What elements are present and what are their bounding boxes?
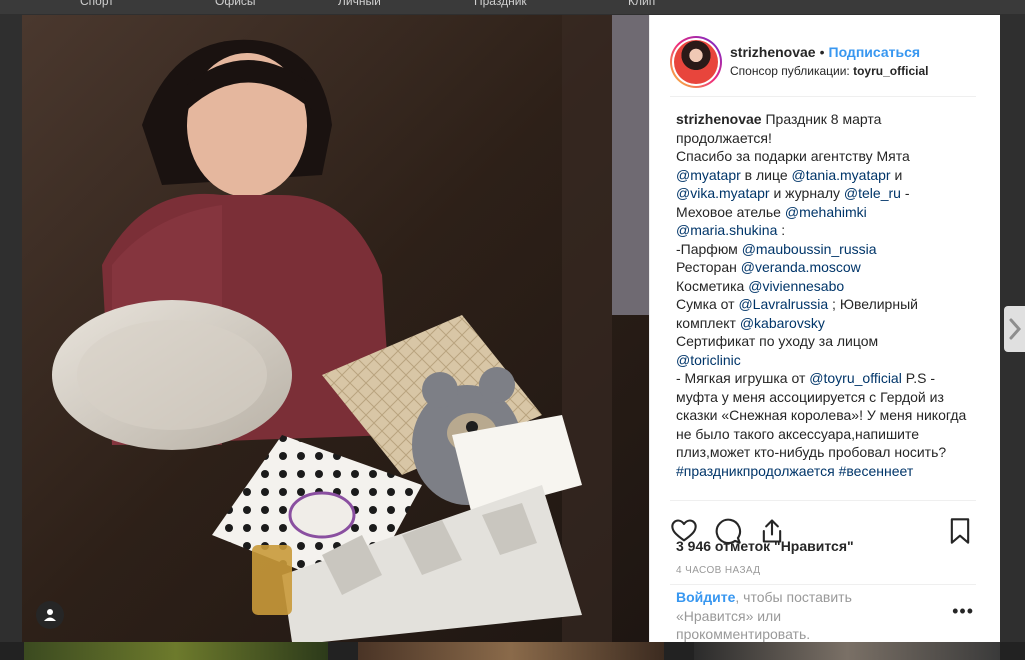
user-tag-button[interactable]	[36, 601, 64, 629]
mention-link[interactable]: @Lavralrussia	[738, 296, 828, 312]
bookmark-icon[interactable]	[946, 517, 974, 545]
sponsor-label: Спонсор публикации:	[730, 64, 850, 78]
caption-fragment: -	[900, 185, 910, 201]
background-thumbnail	[24, 642, 328, 660]
background-nav-item: Клип	[628, 0, 656, 8]
login-prompt: Войдите, чтобы поставить «Нравится» или …	[670, 584, 976, 644]
caption-fragment: Сумка от	[676, 296, 739, 312]
post-photo	[22, 15, 649, 642]
background-nav-item: Личный	[338, 0, 381, 8]
caption-fragment: и	[890, 166, 903, 183]
caption-username[interactable]: strizhenovae	[676, 111, 762, 127]
mention-link[interactable]: @veranda.moscow	[741, 259, 861, 275]
caption-fragment: Меховое ателье	[676, 203, 785, 220]
avatar[interactable]	[670, 35, 722, 88]
mention-link[interactable]: @maria.shukina	[676, 222, 777, 238]
caption-fragment: - Мягкая игрушка от	[676, 370, 810, 386]
background-nav-item: Офисы	[215, 0, 256, 8]
mention-link[interactable]: @mauboussin_russia	[742, 241, 877, 257]
mention-link[interactable]: @vika.myatapr	[676, 185, 770, 201]
caption-fragment: и журналу	[769, 185, 844, 201]
background-thumbnail	[358, 642, 664, 660]
mention-link[interactable]: @toriclinic	[676, 352, 741, 368]
mention-link[interactable]: @toyru_official	[809, 370, 902, 386]
caption-fragment: Спасибо за подарки агентству Мята	[676, 148, 910, 164]
background-thumbnail	[694, 642, 1000, 660]
caption-fragment: Косметика	[676, 277, 749, 294]
post-modal: strizhenovae • Подписаться Спонсор публика…	[22, 15, 1000, 642]
sponsor-link[interactable]: toyru_official	[853, 64, 928, 78]
caption-fragment: -Парфюм	[676, 240, 742, 257]
mention-link[interactable]: @tania.myatapr	[792, 167, 891, 183]
follow-button[interactable]: Подписаться	[829, 44, 921, 60]
post-timestamp[interactable]: 4 ЧАСОВ НАЗАД	[676, 565, 760, 576]
caption-fragment: Сертификат по уходу за лицом	[676, 333, 879, 349]
mention-link[interactable]: @kabarovsky	[740, 315, 825, 331]
more-options-button[interactable]: •••	[952, 601, 974, 622]
separator-dot: •	[819, 44, 825, 60]
hashtag-link[interactable]: #праздникпродолжается	[676, 463, 835, 479]
caption-text: Праздник 8 марта продолжается! Спасибо за…	[676, 111, 966, 479]
next-post-button[interactable]	[1004, 306, 1025, 352]
post-sidebar: strizhenovae • Подписаться Спонсор публика…	[649, 15, 1000, 642]
mention-link[interactable]: @tele_ru	[844, 185, 901, 201]
chevron-right-icon	[1009, 318, 1021, 340]
background-nav-item: Праздник	[474, 0, 527, 8]
hashtag-link[interactable]: #весеннеет	[839, 463, 914, 479]
avatar-image	[674, 39, 718, 84]
caption-fragment: в лице	[740, 166, 792, 183]
likes-count[interactable]: 3 946 отметок "Нравится"	[676, 538, 854, 554]
background-nav-item: Спорт	[80, 0, 114, 8]
post-caption: strizhenovae Праздник 8 марта продолжает…	[676, 110, 976, 502]
background-nav: Спорт Офисы Личный Праздник Клип	[0, 0, 1025, 14]
sponsor-line: Спонсор публикации: toyru_official	[730, 62, 928, 80]
caption-fragment: :	[777, 222, 786, 238]
mention-link[interactable]: @myatapr	[676, 167, 741, 183]
action-bar	[670, 500, 976, 544]
post-image	[22, 15, 649, 642]
mention-link[interactable]: @mehahimki	[785, 204, 867, 220]
user-icon	[44, 609, 56, 621]
login-text: Войдите, чтобы поставить «Нравится» или …	[676, 588, 886, 644]
mention-link[interactable]: @viviennesabo	[748, 278, 844, 294]
login-link[interactable]: Войдите	[676, 589, 735, 605]
caption-fragment: Ресторан	[676, 259, 741, 275]
username-link[interactable]: strizhenovae	[730, 44, 816, 60]
post-header: strizhenovae • Подписаться Спонсор публика…	[670, 27, 976, 97]
